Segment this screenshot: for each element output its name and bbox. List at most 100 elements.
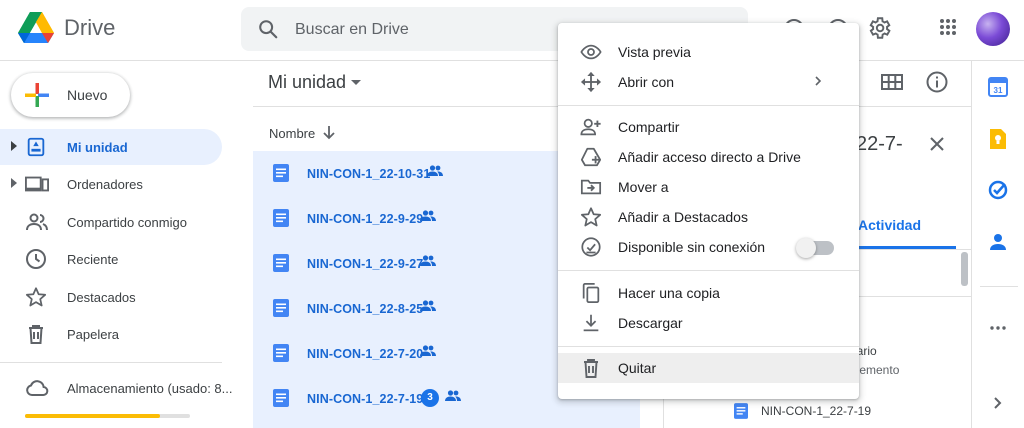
search-input[interactable]: Buscar en Drive (295, 21, 409, 39)
top-bar: Drive Buscar en Drive (0, 0, 1024, 60)
menu-item-label: Quitar (618, 360, 657, 376)
drive-logo-icon[interactable] (18, 12, 54, 46)
expand-caret-icon[interactable] (10, 141, 18, 151)
copy-icon (580, 282, 602, 304)
offline-icon (580, 236, 602, 258)
breadcrumb-my-drive[interactable]: Mi unidad (268, 72, 346, 93)
menu-item-label: Hacer una copia (618, 285, 720, 301)
menu-item-label: Compartir (618, 119, 680, 135)
shared-people-icon (420, 210, 436, 222)
menu-item-label: Abrir con (618, 74, 675, 90)
menu-item-download[interactable]: Descargar (558, 308, 859, 338)
menu-item-label: Vista previa (618, 44, 691, 60)
file-name: NIN-CON-1_22-9-27 (307, 257, 424, 271)
file-name: NIN-CON-1_22-8-25 (307, 302, 424, 316)
my-drive-icon (25, 136, 47, 158)
sidebar-item-label: Reciente (67, 252, 119, 267)
sidebar-item-label: Papelera (67, 327, 120, 342)
offline-toggle[interactable] (796, 238, 834, 258)
google-doc-icon (273, 209, 289, 227)
account-avatar[interactable] (976, 12, 1010, 46)
tasks-icon[interactable] (988, 180, 1008, 200)
menu-item-label: Mover a (618, 179, 669, 195)
google-doc-icon (273, 254, 289, 272)
add-person-icon (580, 116, 602, 138)
app-name: Drive (64, 15, 116, 40)
menu-separator (558, 270, 859, 271)
menu-item-label: Añadir a Destacados (618, 209, 748, 225)
column-header-name[interactable]: Nombre (269, 126, 315, 141)
sidebar-item-recent[interactable]: Reciente (0, 241, 222, 277)
calendar-icon[interactable]: 31 (988, 77, 1008, 97)
sidebar-item-starred[interactable]: Destacados (0, 279, 222, 315)
close-icon[interactable] (926, 133, 948, 155)
menu-item-preview[interactable]: Vista previa (558, 37, 859, 67)
cloud-icon (25, 376, 49, 400)
menu-item-remove[interactable]: Quitar (558, 353, 859, 383)
side-panel-border (971, 60, 972, 428)
shared-with-me-icon (25, 211, 49, 233)
contacts-icon[interactable] (988, 232, 1008, 252)
google-doc-icon (734, 403, 748, 419)
side-panel-divider (980, 286, 1018, 287)
trash-icon (25, 323, 47, 345)
google-doc-icon (273, 164, 289, 182)
grid-view-icon[interactable] (881, 72, 903, 92)
storage-label: Almacenamiento (usado: 8... (67, 381, 233, 396)
sidebar-item-storage[interactable]: Almacenamiento (usado: 8... (0, 376, 240, 400)
shared-people-icon (420, 255, 436, 267)
sidebar-item-my-drive[interactable]: Mi unidad (0, 129, 222, 165)
plus-icon (25, 83, 49, 107)
settings-gear-icon[interactable] (866, 15, 894, 43)
expand-caret-icon[interactable] (10, 178, 18, 188)
keep-icon[interactable] (988, 128, 1008, 150)
google-doc-icon (273, 389, 289, 407)
new-button-label: Nuevo (67, 87, 108, 103)
chevron-right-icon[interactable] (988, 393, 1008, 413)
download-icon (580, 312, 602, 334)
chevron-down-icon[interactable] (350, 79, 362, 87)
sidebar-divider (0, 362, 222, 363)
sidebar-item-computers[interactable]: Ordenadores (0, 166, 222, 202)
menu-item-make-copy[interactable]: Hacer una copia (558, 278, 859, 308)
file-name: NIN-CON-1_22-7-19 (307, 392, 424, 406)
menu-item-open-with[interactable]: Abrir con (558, 67, 859, 97)
toggle-knob (796, 238, 816, 258)
new-button[interactable]: Nuevo (11, 73, 130, 117)
menu-item-offline[interactable]: Disponible sin conexión (558, 232, 859, 262)
menu-item-share[interactable]: Compartir (558, 112, 859, 142)
header-divider (0, 60, 1024, 61)
apps-grid-icon[interactable] (936, 15, 964, 43)
menu-separator (558, 105, 859, 106)
shared-people-icon (427, 165, 443, 177)
menu-item-add-starred[interactable]: Añadir a Destacados (558, 202, 859, 232)
sidebar-item-trash[interactable]: Papelera (0, 316, 222, 352)
recent-clock-icon (25, 248, 47, 270)
search-icon[interactable] (257, 18, 279, 40)
shared-people-icon (420, 300, 436, 312)
svg-text:31: 31 (994, 86, 1003, 95)
sort-arrow-down-icon[interactable] (322, 124, 336, 140)
storage-progress-bar (25, 414, 190, 418)
menu-item-label: Disponible sin conexión (618, 239, 766, 255)
google-doc-icon (273, 299, 289, 317)
sidebar-item-label: Destacados (67, 290, 136, 305)
menu-item-move-to[interactable]: Mover a (558, 172, 859, 202)
shared-people-icon (420, 345, 436, 357)
info-icon[interactable] (925, 70, 949, 94)
menu-item-add-shortcut[interactable]: Añadir acceso directo a Drive (558, 142, 859, 172)
comment-count-badge[interactable]: 3 (421, 389, 439, 407)
google-doc-icon (273, 344, 289, 362)
star-outline-icon (580, 206, 602, 228)
file-name: NIN-CON-1_22-10-31 (307, 167, 431, 181)
menu-item-label: Añadir acceso directo a Drive (618, 149, 801, 165)
more-dots-icon[interactable] (988, 318, 1008, 338)
add-shortcut-icon (580, 146, 602, 168)
tab-activity[interactable]: Actividad (858, 217, 921, 233)
open-with-icon (580, 71, 602, 93)
storage-progress-fill (25, 414, 161, 418)
activity-file-name[interactable]: NIN-CON-1_22-7-19 (761, 404, 871, 418)
sidebar-item-shared-with-me[interactable]: Compartido conmigo (0, 204, 222, 240)
details-scrollbar[interactable] (961, 252, 968, 286)
file-name: NIN-CON-1_22-7-20 (307, 347, 424, 361)
